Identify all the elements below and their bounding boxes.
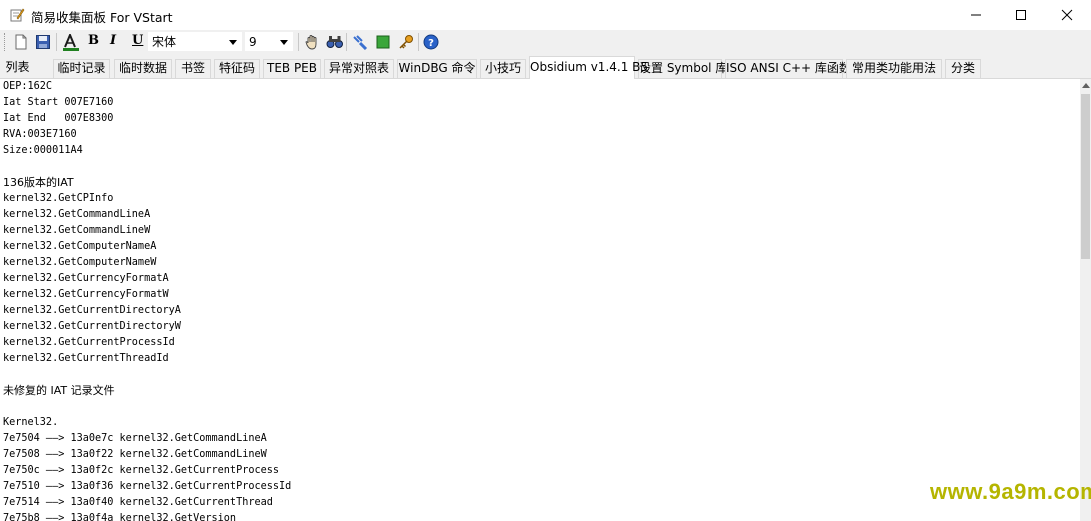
tab-symbol-settings[interactable]: 设置 Symbol 库 xyxy=(638,59,727,78)
tab-temp-data[interactable]: 临时数据 xyxy=(114,59,172,78)
text-line: kernel32.GetCurrentDirectoryA xyxy=(3,305,181,316)
title-bar: 简易收集面板 For VStart xyxy=(0,0,1091,30)
tab-obsidium[interactable]: Obsidium v1.4.1 B5 xyxy=(529,56,648,79)
text-line: OEP:162C xyxy=(3,81,53,92)
text-line: kernel32.GetCurrencyFormatW xyxy=(3,289,169,300)
text-line: kernel32.GetCommandLineA xyxy=(3,209,151,220)
font-size-value: 9 xyxy=(249,35,257,49)
text-line: 7e75b8 ——> 13a0f4a kernel32.GetVersion xyxy=(3,513,237,521)
underline-button[interactable]: U xyxy=(132,33,143,48)
text-line: 7e7508 ——> 13a0f22 kernel32.GetCommandLi… xyxy=(3,449,267,460)
close-button[interactable] xyxy=(1044,0,1090,30)
tab-temp-record[interactable]: 临时记录 xyxy=(53,59,110,78)
minimize-icon xyxy=(971,14,981,16)
chevron-down-icon xyxy=(229,40,237,45)
app-notepad-icon xyxy=(9,7,25,23)
vertical-scrollbar[interactable] xyxy=(1080,79,1091,521)
tab-iso-ansi-cpp[interactable]: ISO ANSI C++ 库函数 xyxy=(725,59,851,78)
help-icon: ? xyxy=(423,34,439,50)
italic-button[interactable]: I xyxy=(110,33,116,48)
green-block-icon xyxy=(376,35,390,49)
toolbar-separator xyxy=(298,33,299,51)
key-button[interactable] xyxy=(396,32,416,52)
font-name-select[interactable]: 宋体 xyxy=(148,32,242,51)
text-line: 7e750c ——> 13a0f2c kernel32.GetCurrentPr… xyxy=(3,465,280,476)
text-line: 136版本的IAT xyxy=(3,176,74,189)
text-line: kernel32.GetComputerNameW xyxy=(3,257,157,268)
tab-bar: 列表 临时记录 临时数据 书签 特征码 TEB PEB 异常对照表 WinDBG… xyxy=(0,54,1091,79)
new-file-button[interactable] xyxy=(11,32,31,52)
text-line: 7e7510 ——> 13a0f36 kernel32.GetCurrentPr… xyxy=(3,481,292,492)
minimize-button[interactable] xyxy=(953,0,999,30)
scrollbar-thumb[interactable] xyxy=(1081,94,1090,259)
toolbar-grip[interactable] xyxy=(4,33,7,51)
watermark: www.9a9m.com xyxy=(930,479,1091,504)
text-line: 7e7504 ——> 13a0e7c kernel32.GetCommandLi… xyxy=(3,433,267,444)
tab-exception-table[interactable]: 异常对照表 xyxy=(324,59,394,78)
toolbar-separator xyxy=(346,33,347,51)
text-line: kernel32.GetCommandLineW xyxy=(3,225,151,236)
text-line: Iat Start 007E7160 xyxy=(3,97,114,108)
tab-signature[interactable]: 特征码 xyxy=(214,59,260,78)
text-line: Size:000011A4 xyxy=(3,145,83,156)
font-color-icon xyxy=(63,34,79,51)
toolbar: B I U 宋体 9 ? xyxy=(0,30,1091,55)
maximize-icon xyxy=(1016,10,1026,20)
text-line: RVA:003E7160 xyxy=(3,129,77,140)
tab-windbg-commands[interactable]: WinDBG 命令 xyxy=(397,59,477,78)
chevron-down-icon xyxy=(280,40,288,45)
tab-list[interactable]: 列表 xyxy=(0,59,35,78)
font-name-value: 宋体 xyxy=(152,35,177,49)
tab-bookmarks[interactable]: 书签 xyxy=(175,59,211,78)
new-file-icon xyxy=(15,34,27,50)
scroll-up-arrow-icon[interactable] xyxy=(1082,83,1090,88)
text-line: Kernel32. xyxy=(3,417,59,428)
text-line: kernel32.GetCurrencyFormatA xyxy=(3,273,169,284)
find-button[interactable] xyxy=(324,32,344,52)
svg-text:?: ? xyxy=(428,38,434,49)
tab-common-class-usage[interactable]: 常用类功能用法 xyxy=(846,59,942,78)
window-title: 简易收集面板 For VStart xyxy=(31,10,173,25)
tab-tips[interactable]: 小技巧 xyxy=(480,59,526,78)
font-color-button[interactable] xyxy=(60,32,80,52)
close-icon xyxy=(1061,9,1073,21)
text-line: 未修复的 IAT 记录文件 xyxy=(3,384,115,397)
link-icon xyxy=(353,35,368,50)
toolbar-separator xyxy=(56,33,57,51)
text-line: kernel32.GetCurrentThreadId xyxy=(3,353,169,364)
text-line: Iat End 007E8300 xyxy=(3,113,114,124)
link-button[interactable] xyxy=(350,32,370,52)
help-button[interactable]: ? xyxy=(421,32,441,52)
maximize-button[interactable] xyxy=(998,0,1044,30)
save-button[interactable] xyxy=(33,32,53,52)
bold-button[interactable]: B xyxy=(88,33,99,48)
text-line: kernel32.GetCurrentProcessId xyxy=(3,337,175,348)
hand-icon xyxy=(305,35,317,50)
text-line: kernel32.GetCPInfo xyxy=(3,193,114,204)
font-size-select[interactable]: 9 xyxy=(245,32,293,51)
text-line: kernel32.GetCurrentDirectoryW xyxy=(3,321,181,332)
hand-button[interactable] xyxy=(302,32,322,52)
toolbar-separator xyxy=(418,33,419,51)
text-line: kernel32.GetComputerNameA xyxy=(3,241,157,252)
tab-teb-peb[interactable]: TEB PEB xyxy=(263,59,321,78)
save-icon xyxy=(36,35,50,49)
text-editor[interactable]: OEP:162C Iat Start 007E7160 Iat End 007E83… xyxy=(0,79,1080,521)
tab-category[interactable]: 分类 xyxy=(945,59,981,78)
binoculars-icon xyxy=(326,36,343,48)
text-line: 7e7514 ——> 13a0f40 kernel32.GetCurrentTh… xyxy=(3,497,273,508)
key-icon xyxy=(399,35,413,49)
green-block-button[interactable] xyxy=(373,32,393,52)
